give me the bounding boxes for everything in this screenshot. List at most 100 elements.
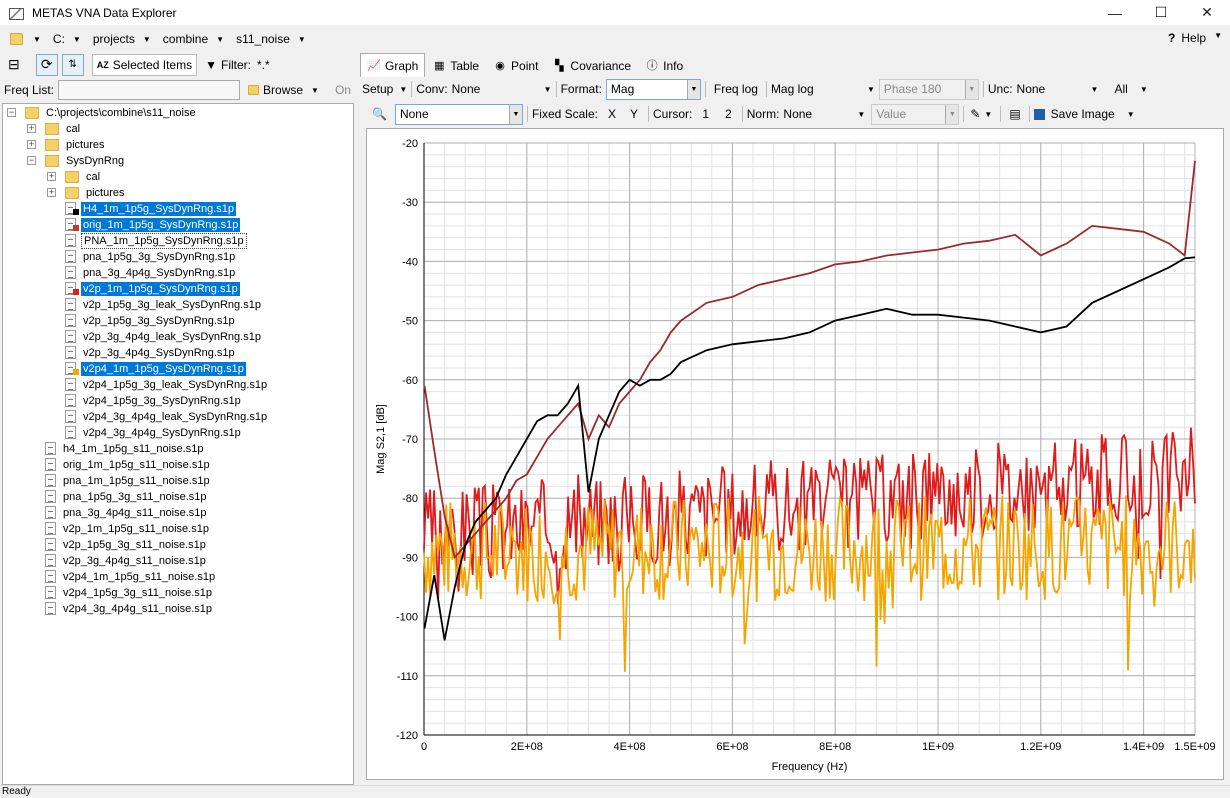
tree-item-label: v2p_1p5g_3g_SysDynRng.s1p — [83, 314, 235, 327]
tree-file[interactable]: pna_1p5g_3g_SysDynRng.s1p — [65, 249, 237, 264]
tree-file[interactable]: v2p4_1p5g_3g_SysDynRng.s1p — [65, 393, 243, 408]
tree-file[interactable]: PNA_1m_1p5g_SysDynRng.s1p — [65, 232, 247, 249]
fixed-scale-y[interactable]: Y — [630, 107, 638, 121]
conv-dropdown[interactable]: Conv: None ▼ — [416, 82, 551, 96]
tree-file[interactable]: v2p_1m_1p5g_SysDynRng.s1p — [65, 281, 240, 296]
x-tick-label: 1E+09 — [922, 741, 954, 753]
tree-file[interactable]: pna_3g_4p4g_s11_noise.s1p — [45, 505, 209, 520]
tree-file[interactable]: v2p4_1p5g_3g_s11_noise.s1p — [45, 585, 214, 600]
tree-folder[interactable]: cal — [45, 121, 82, 136]
tree-file[interactable]: v2p_3g_4p4g_s11_noise.s1p — [45, 553, 208, 568]
tree-file[interactable]: v2p4_3g_4p4g_leak_SysDynRng.s1p — [65, 409, 269, 424]
tree-folder[interactable]: pictures — [65, 185, 127, 200]
tree-folder[interactable]: SysDynRng — [45, 153, 126, 168]
chevron-down-icon[interactable]: ▼ — [33, 35, 41, 44]
tree-file[interactable]: v2p4_3g_4p4g_SysDynRng.s1p — [65, 425, 243, 440]
tree-expander[interactable]: − — [7, 108, 16, 117]
freq-on-toggle[interactable]: On — [331, 79, 355, 101]
graph-panel[interactable]: -20 -30 -40 -50 -60 -70 -80 -90 -100 -110 -120 0 2E+… — [366, 128, 1224, 780]
tree-file[interactable]: orig_1m_1p5g_s11_noise.s1p — [45, 457, 212, 472]
tree-folder[interactable]: pictures — [45, 137, 107, 152]
file-icon — [45, 602, 56, 615]
unc-dropdown[interactable]: Unc: None ▼ — [988, 82, 1099, 96]
refresh-button[interactable]: ⟳ — [35, 53, 58, 76]
filter-control[interactable]: ▼ Filter: *.* — [201, 54, 274, 76]
series-line — [423, 256, 1196, 641]
collapse-all-button[interactable]: ⊟ — [4, 54, 24, 76]
tree-file[interactable]: orig_1m_1p5g_SysDynRng.s1p — [65, 217, 241, 232]
breadcrumb-projects[interactable]: projects ▼ — [93, 32, 151, 46]
chart[interactable]: -20 -30 -40 -50 -60 -70 -80 -90 -100 -110 -1200 2E+… — [367, 129, 1223, 779]
browse-button[interactable]: Browse ▼ — [244, 79, 323, 101]
path-breadcrumb: ▼ C: ▼ projects ▼ combine ▼ s11_noise ▼ ? He… — [0, 26, 1230, 52]
tab-point[interactable]: ◉ Point — [486, 55, 545, 77]
tree-file[interactable]: v2p_1p5g_3g_SysDynRng.s1p — [65, 313, 237, 328]
sync-icon[interactable]: ⇅ — [61, 53, 84, 76]
tree-file[interactable]: v2p_1p5g_3g_s11_noise.s1p — [45, 537, 208, 552]
help-label: Help — [1181, 31, 1207, 45]
format-select[interactable]: Mag ▼ — [605, 78, 701, 100]
list-icon[interactable]: ▤ — [1009, 107, 1020, 121]
save-icon — [1033, 108, 1045, 120]
tree-item-label: pna_3g_4p4g_SysDynRng.s1p — [83, 266, 236, 279]
selected-items-button[interactable]: AZ Selected Items — [91, 53, 198, 76]
tab-graph[interactable]: 📈 Graph — [360, 53, 426, 77]
phase-select[interactable]: Phase 180 ▼ — [878, 78, 979, 100]
folder-icon — [65, 186, 79, 199]
tree-file[interactable]: pna_1m_1p5g_s11_noise.s1p — [45, 473, 212, 488]
tree-item-label: SysDynRng — [66, 154, 125, 167]
freq-log-toggle[interactable]: Freq log — [714, 82, 758, 96]
close-button[interactable]: ✕ — [1184, 0, 1230, 25]
tree-expander[interactable]: + — [47, 172, 56, 181]
tree-file[interactable]: H4_1m_1p5g_SysDynRng.s1p — [65, 201, 237, 216]
tree-item-label: pna_1p5g_3g_SysDynRng.s1p — [83, 250, 236, 263]
tree-file[interactable]: v2p_3g_4p4g_leak_SysDynRng.s1p — [65, 329, 263, 344]
fixed-scale-x[interactable]: X — [608, 107, 616, 121]
help-menu[interactable]: ? Help ▼ — [1168, 31, 1222, 45]
series-color-marker — [73, 225, 79, 231]
tree-folder[interactable]: cal — [65, 169, 102, 184]
breadcrumb-combine[interactable]: combine ▼ — [163, 32, 224, 46]
breadcrumb-drive[interactable]: C: ▼ — [53, 32, 81, 46]
tree-expander[interactable]: − — [27, 156, 36, 165]
tree-expander[interactable]: + — [27, 140, 36, 149]
tree-file[interactable]: v2p_1m_1p5g_s11_noise.s1p — [45, 521, 211, 536]
norm-dropdown[interactable]: Norm: None ▼ — [747, 107, 866, 121]
minimize-button[interactable]: — — [1092, 0, 1138, 25]
tree-file[interactable]: h4_1m_1p5g_s11_noise.s1p — [45, 441, 205, 456]
all-dropdown[interactable]: All ▼ — [1114, 82, 1147, 96]
freq-list-input[interactable] — [58, 80, 241, 100]
cursor-1[interactable]: 1 — [702, 107, 709, 121]
tab-info[interactable]: ⓘ Info — [638, 55, 690, 77]
line-style-icon[interactable]: ✎ — [970, 107, 980, 121]
tab-table[interactable]: ▦ Table — [425, 55, 486, 77]
tree-file[interactable]: v2p4_1p5g_3g_leak_SysDynRng.s1p — [65, 377, 269, 392]
tree-folder[interactable]: C:\projects\combine\s11_noise — [25, 105, 198, 120]
tree-item-label: v2p_1p5g_3g_leak_SysDynRng.s1p — [83, 298, 261, 311]
breadcrumb-s11-noise[interactable]: s11_noise ▼ — [236, 32, 306, 46]
x-tick-label: 1.2E+09 — [1020, 741, 1061, 753]
tree-item-label: v2p4_3g_4p4g_s11_noise.s1p — [63, 602, 213, 615]
tree-file[interactable]: v2p_1p5g_3g_leak_SysDynRng.s1p — [65, 297, 263, 312]
cursor-2[interactable]: 2 — [725, 107, 732, 121]
tree-file[interactable]: pna_3g_4p4g_SysDynRng.s1p — [65, 265, 237, 280]
save-image-button[interactable]: Save Image ▼ — [1033, 107, 1135, 121]
tab-covariance[interactable]: ▚ Covariance — [545, 55, 638, 77]
format-label: Format: — [560, 82, 602, 96]
tree-expander[interactable]: + — [47, 188, 56, 197]
mag-log-dropdown[interactable]: Mag log ▼ — [771, 82, 875, 96]
maximize-button[interactable]: ☐ — [1138, 0, 1184, 25]
tree-file[interactable]: v2p4_1m_1p5g_SysDynRng.s1p — [65, 361, 246, 376]
tree-file[interactable]: v2p_3g_4p4g_SysDynRng.s1p — [65, 345, 237, 360]
x-tick-label: 1.4E+09 — [1123, 741, 1164, 753]
tree-file[interactable]: pna_1p5g_3g_s11_noise.s1p — [45, 489, 209, 504]
tree-expander[interactable]: + — [27, 124, 36, 133]
value-select[interactable]: Value ▼ — [871, 103, 960, 125]
file-tree[interactable]: − C:\projects\combine\s11_noise + cal + pictu… — [2, 103, 354, 785]
tree-item-label: h4_1m_1p5g_s11_noise.s1p — [63, 442, 204, 455]
tree-file[interactable]: v2p4_3g_4p4g_s11_noise.s1p — [45, 601, 214, 616]
setup-menu[interactable]: Setup ▼ — [362, 82, 407, 96]
zoom-select[interactable]: None ▼ — [394, 103, 523, 125]
zoom-icon[interactable]: 🔍 — [372, 107, 387, 121]
tree-file[interactable]: v2p4_1m_1p5g_s11_noise.s1p — [45, 569, 217, 584]
